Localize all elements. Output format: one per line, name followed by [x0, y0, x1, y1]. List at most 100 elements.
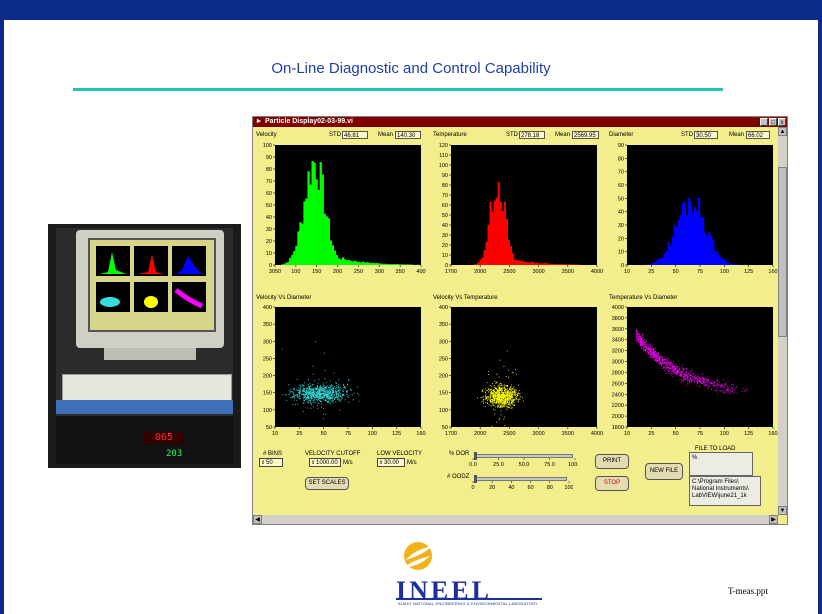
velocity-vs-diameter-point [302, 393, 304, 394]
velocity-vs-temperature-point [512, 372, 514, 374]
velocity-vs-temperature-point [504, 416, 506, 418]
temperature-vs-diameter-point [693, 379, 695, 381]
temperature-vs-diameter-point [667, 364, 669, 366]
velocity-vs-temperature-point [507, 388, 508, 390]
close-button[interactable]: x [778, 118, 786, 126]
temperature-vs-diameter-point [705, 380, 707, 382]
temperature-vs-diameter-point [657, 360, 659, 362]
horizontal-scrollbar[interactable]: ◀ ▶ [253, 515, 778, 524]
temperature-vs-diameter-point [690, 378, 692, 380]
velocity-vs-temperature-point [496, 381, 498, 383]
temperature-vs-diameter-point [673, 360, 674, 362]
diameter-histogram-bar [671, 236, 674, 265]
velocity-vs-temperature-x-tick-label: 2500 [503, 431, 515, 437]
diameter-histogram-bar [726, 262, 729, 265]
new-file-button[interactable]: NEW FILE [645, 463, 683, 480]
velocity-vs-temperature-point [493, 394, 495, 396]
velocity-cutoff-input[interactable]: ⇕ 1000.00 [309, 458, 341, 467]
velocity-histogram-x-tick-label: 150 [312, 269, 321, 275]
velocity-vs-diameter-point [303, 390, 305, 392]
velocity-vs-diameter-point [344, 387, 346, 389]
velocity-vs-diameter-point [319, 390, 321, 392]
temperature-vs-diameter-point [651, 355, 653, 357]
velocity-vs-diameter-point [320, 388, 321, 390]
velocity-vs-diameter-point [324, 395, 326, 397]
velocity-vs-diameter-point [331, 397, 333, 399]
velocity-vs-temperature-point [513, 402, 515, 404]
temperature-vs-diameter-point [648, 343, 650, 345]
temperature-histogram-bar [493, 200, 496, 265]
velocity-vs-diameter-point [334, 390, 336, 392]
velocity-vs-temperature-point [490, 393, 492, 395]
temperature-vs-diameter-point [669, 364, 670, 366]
temperature-vs-diameter-point [690, 379, 692, 381]
velocity-vs-diameter-point [333, 394, 335, 396]
scroll-left-icon[interactable]: ◀ [253, 515, 262, 524]
velocity-vs-temperature-point [505, 404, 507, 406]
velocity-vs-diameter-point [302, 385, 304, 387]
velocity-vs-diameter-point [328, 394, 330, 396]
temperature-vs-diameter-point [645, 346, 647, 347]
temperature-vs-diameter-point [724, 392, 726, 394]
velocity-vs-diameter-point [349, 394, 351, 396]
velocity-vs-diameter-point [338, 393, 340, 395]
velocity-vs-temperature-point [500, 394, 502, 396]
temperature-vs-diameter-point [684, 377, 686, 379]
velocity-vs-temperature-point [504, 402, 506, 404]
labview-window: ► Particle Display02-03-99.vi _ □ x Velo… [252, 116, 788, 525]
low-velocity-input[interactable]: ⇕ 30.00 [377, 458, 405, 467]
temperature-vs-diameter-point [646, 343, 648, 345]
bins-stepper-icon[interactable]: ⇕ [261, 459, 265, 468]
file-to-load-field[interactable]: C:\Program Files\ National Instruments\ … [689, 476, 761, 506]
velocity-vs-temperature-point [501, 406, 503, 408]
temperature-vs-diameter-x-tick-label: 75 [697, 431, 703, 437]
bins-input[interactable]: ⇕ 50 [259, 458, 283, 467]
temperature-vs-diameter-point [717, 392, 719, 394]
diameter-histogram-bar [704, 232, 707, 265]
velocity-cutoff-stepper-icon[interactable]: ⇕ [311, 459, 315, 468]
velocity-histogram-bar [327, 218, 330, 265]
temperature-vs-diameter-point [650, 345, 652, 347]
velocity-vs-diameter-point [333, 394, 335, 396]
vertical-scrollbar[interactable]: ▲ ▼ [778, 127, 787, 515]
low-velocity-stepper-icon[interactable]: ⇕ [379, 459, 383, 468]
path-prefix: % [692, 455, 698, 461]
velocity-vs-diameter-point [336, 397, 338, 399]
temperature-vs-diameter-point [650, 355, 652, 357]
scroll-down-icon[interactable]: ▼ [778, 506, 787, 515]
velocity-vs-diameter-point [318, 402, 320, 404]
vertical-scroll-thumb[interactable] [778, 167, 787, 337]
velocity-vs-diameter-point [351, 394, 353, 396]
temperature-vs-diameter-point [689, 380, 690, 382]
velocity-vs-temperature-point [503, 406, 505, 408]
velocity-vs-diameter-point [317, 382, 319, 384]
print-button[interactable]: PRINT [595, 454, 629, 469]
velocity-histogram-y-tick-label: 20 [266, 239, 272, 245]
temperature-vs-diameter-point [677, 372, 679, 374]
diameter-histogram-bar [661, 257, 664, 265]
diameter-histogram-x-tick-label: 160 [768, 269, 777, 275]
window-titlebar[interactable]: ► Particle Display02-03-99.vi _ □ x [253, 117, 787, 127]
set-scales-button[interactable]: SET SCALES [305, 477, 349, 490]
maximize-button[interactable]: □ [769, 118, 777, 126]
low-velocity-label: LOW VELOCITY [377, 451, 423, 457]
velocity-vs-diameter-point [292, 397, 294, 398]
stop-button[interactable]: STOP [595, 476, 629, 491]
velocity-histogram-y-tick-label: 50 [266, 203, 272, 209]
temperature-vs-diameter-point [712, 382, 714, 384]
temperature-vs-diameter-point [684, 375, 686, 377]
temperature-vs-diameter-point [696, 385, 698, 387]
scroll-right-icon[interactable]: ▶ [769, 515, 778, 524]
velocity-vs-diameter-point [303, 395, 305, 397]
temperature-vs-diameter-point [658, 356, 660, 358]
temperature-vs-diameter-x-tick-label: 160 [768, 431, 777, 437]
temperature-histogram-bar [477, 262, 480, 265]
velocity-vs-temperature-point [498, 398, 500, 400]
file-path-prefix-field[interactable]: % [689, 452, 753, 476]
temperature-vs-diameter-scatter: 4000 3800 3600 3400 3200 3000 2800 2600 2400 2200… [612, 305, 778, 437]
minimize-button[interactable]: _ [760, 118, 768, 126]
velocity-std-value: 46.81 [342, 131, 368, 139]
mini-magenta-plot [172, 282, 206, 312]
velocity-vs-temperature-point [493, 403, 495, 405]
scroll-up-icon[interactable]: ▲ [778, 127, 787, 136]
